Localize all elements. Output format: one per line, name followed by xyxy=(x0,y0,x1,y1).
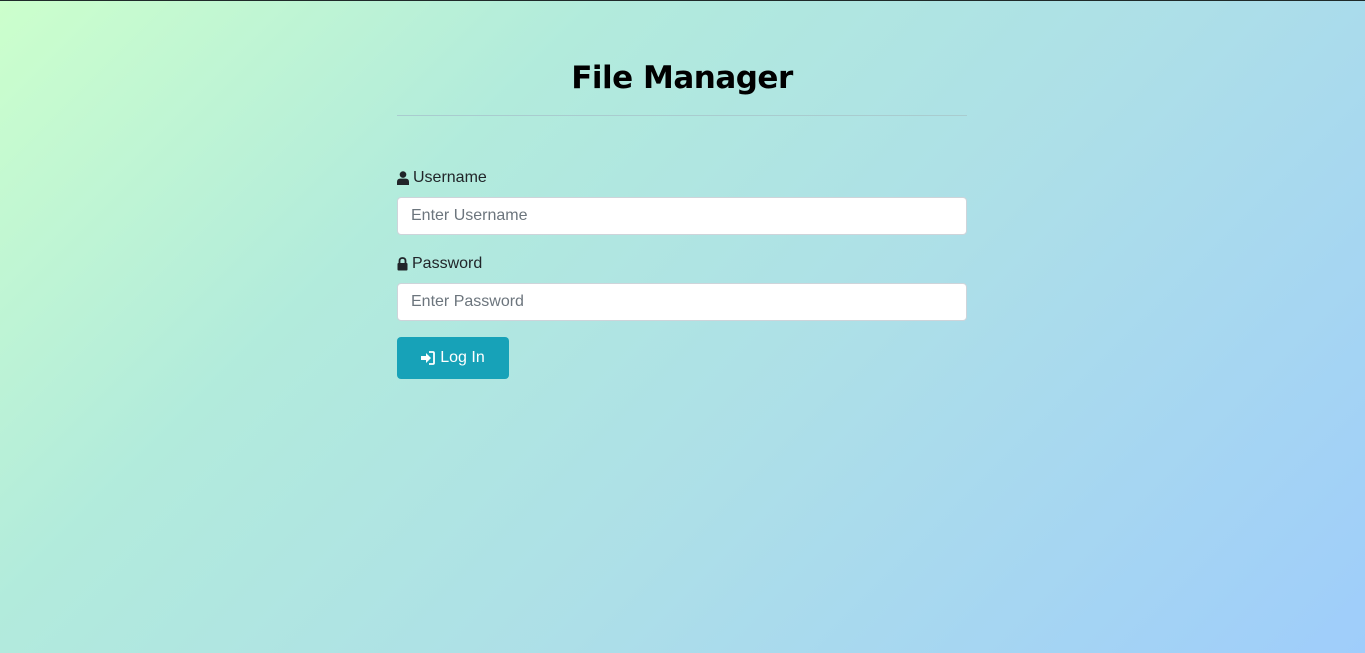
username-label-text: Username xyxy=(413,169,487,186)
page-title: File Manager xyxy=(571,60,793,96)
password-group: Password xyxy=(397,254,967,321)
login-button[interactable]: Log In xyxy=(397,337,509,379)
password-input[interactable] xyxy=(397,283,967,321)
title-divider xyxy=(397,115,967,116)
sign-in-icon xyxy=(421,351,436,365)
password-label-text: Password xyxy=(412,255,483,272)
username-label: Username xyxy=(397,168,967,188)
lock-icon xyxy=(397,257,408,271)
password-label: Password xyxy=(397,254,967,274)
user-icon xyxy=(397,171,409,185)
username-group: Username xyxy=(397,168,967,235)
login-container: File Manager Username Password xyxy=(397,0,967,379)
username-input[interactable] xyxy=(397,197,967,235)
login-button-label: Log In xyxy=(440,349,485,366)
